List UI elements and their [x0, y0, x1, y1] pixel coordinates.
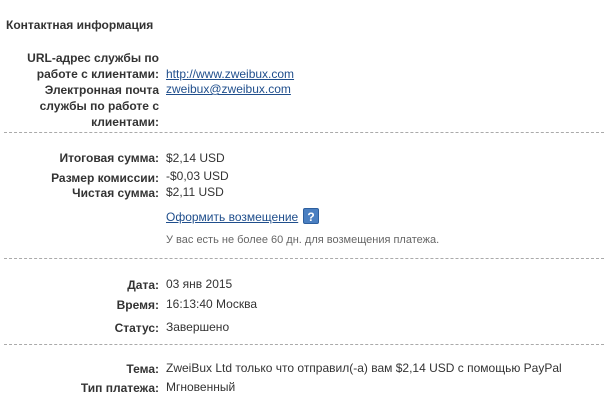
- help-icon[interactable]: ?: [303, 208, 319, 224]
- time-label: Время:: [116, 298, 159, 312]
- payment-type-label: Тип платежа:: [80, 381, 159, 395]
- email-label: Электронная почта службы по работе с кли…: [39, 83, 159, 129]
- total-amount-value: $2,14 USD: [166, 151, 225, 165]
- divider: [4, 344, 604, 345]
- fee-label: Размер комиссии:: [51, 171, 159, 185]
- service-url-label: URL-адрес службы по работе с клиентами:: [27, 51, 159, 81]
- total-amount-label: Итоговая сумма:: [59, 151, 159, 165]
- time-value: 16:13:40 Москва: [166, 297, 258, 311]
- email-link[interactable]: zweibux@zweibux.com: [166, 81, 291, 97]
- refund-link[interactable]: Оформить возмещение: [166, 209, 298, 225]
- contact-section-title: Контактная информация: [6, 18, 154, 32]
- divider: [4, 258, 604, 259]
- fee-value: -$0,03 USD: [166, 169, 229, 183]
- date-label: Дата:: [127, 278, 159, 292]
- subject-label: Тема:: [126, 362, 159, 376]
- net-amount-label: Чистая сумма:: [72, 186, 159, 200]
- status-value: Завершено: [166, 320, 230, 334]
- service-url-link[interactable]: http://www.zweibux.com: [166, 66, 294, 82]
- subject-value: ZweiBux Ltd только что отправил(-а) вам …: [166, 361, 562, 375]
- net-amount-value: $2,11 USD: [166, 185, 224, 199]
- divider: [4, 132, 604, 133]
- status-label: Статус:: [114, 321, 159, 335]
- refund-note: У вас есть не более 60 дн. для возмещени…: [166, 234, 440, 246]
- payment-type-value: Мгновенный: [166, 380, 236, 394]
- date-value: 03 янв 2015: [166, 277, 233, 291]
